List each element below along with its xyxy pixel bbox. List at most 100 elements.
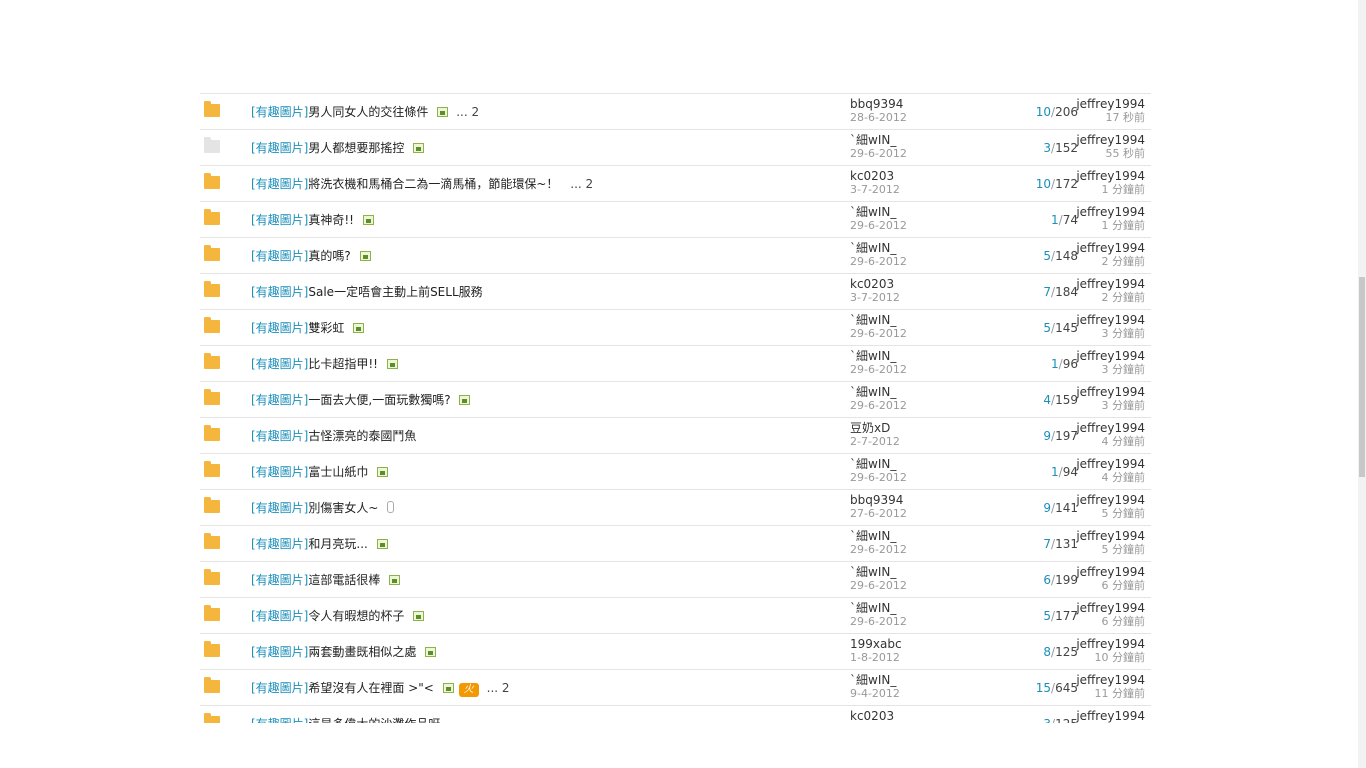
reply-count[interactable]: 1 — [1051, 465, 1059, 479]
thread-title-link[interactable]: 別傷害女人~ — [308, 501, 378, 515]
thread-title-link[interactable]: 雙彩虹 — [308, 321, 344, 335]
last-post-time[interactable]: 1 分鐘前 — [1076, 219, 1146, 233]
reply-count[interactable]: 7 — [1043, 285, 1051, 299]
thread-category-link[interactable]: [有趣圖片] — [251, 249, 308, 263]
last-post-time[interactable]: 4 分鐘前 — [1076, 471, 1146, 485]
author-name-link[interactable]: `細wIN_ — [850, 313, 960, 327]
author-name-link[interactable]: kc0203 — [850, 709, 960, 723]
reply-count[interactable]: 5 — [1043, 609, 1051, 623]
reply-count[interactable]: 6 — [1043, 573, 1051, 587]
author-name-link[interactable]: kc0203 — [850, 277, 960, 291]
thread-category-link[interactable]: [有趣圖片] — [251, 717, 308, 723]
last-poster-link[interactable]: jeffrey1994 — [1076, 457, 1145, 471]
scrollbar-thumb[interactable] — [1359, 277, 1365, 477]
last-poster-link[interactable]: jeffrey1994 — [1076, 313, 1145, 327]
last-poster-link[interactable]: jeffrey1994 — [1076, 97, 1145, 111]
page-link[interactable]: ... 2 — [456, 105, 479, 119]
thread-title-link[interactable]: 兩套動畫既相似之處 — [308, 645, 416, 659]
author-name-link[interactable]: 豆奶xD — [850, 421, 960, 435]
thread-title-link[interactable]: 希望沒有人在裡面 >"< — [308, 681, 433, 695]
page-link[interactable]: ... 2 — [487, 681, 510, 695]
thread-category-link[interactable]: [有趣圖片] — [251, 501, 308, 515]
folder-icon[interactable] — [204, 281, 220, 297]
last-post-time[interactable]: 1 分鐘前 — [1076, 183, 1146, 197]
last-post-time[interactable]: 2 分鐘前 — [1076, 291, 1146, 305]
folder-icon[interactable] — [204, 569, 220, 585]
last-poster-link[interactable]: jeffrey1994 — [1076, 421, 1145, 435]
last-post-time[interactable]: 3 分鐘前 — [1076, 399, 1146, 413]
folder-icon[interactable] — [204, 425, 220, 441]
thread-category-link[interactable]: [有趣圖片] — [251, 177, 308, 191]
reply-count[interactable]: 7 — [1043, 537, 1051, 551]
thread-title-link[interactable]: 男人都想要那搖控 — [308, 141, 404, 155]
thread-category-link[interactable]: [有趣圖片] — [251, 285, 308, 299]
thread-title-link[interactable]: 真神奇!! — [308, 213, 354, 227]
author-name-link[interactable]: `細wIN_ — [850, 133, 960, 147]
reply-count[interactable]: 5 — [1043, 249, 1051, 263]
thread-title-link[interactable]: 真的嗎? — [308, 249, 350, 263]
last-poster-link[interactable]: jeffrey1994 — [1076, 673, 1145, 687]
thread-category-link[interactable]: [有趣圖片] — [251, 537, 308, 551]
thread-title-link[interactable]: 和月亮玩... — [308, 537, 367, 551]
reply-count[interactable]: 8 — [1043, 645, 1051, 659]
last-poster-link[interactable]: jeffrey1994 — [1076, 637, 1145, 651]
last-poster-link[interactable]: jeffrey1994 — [1076, 169, 1145, 183]
last-poster-link[interactable]: jeffrey1994 — [1076, 529, 1145, 543]
last-post-time[interactable]: 5 分鐘前 — [1076, 543, 1146, 557]
thread-title-link[interactable]: 富士山紙巾 — [308, 465, 368, 479]
folder-icon[interactable] — [204, 173, 220, 189]
last-post-time[interactable]: 5 分鐘前 — [1076, 507, 1146, 521]
page-link[interactable]: ... 2 — [570, 177, 593, 191]
thread-category-link[interactable]: [有趣圖片] — [251, 213, 308, 227]
folder-icon[interactable] — [204, 101, 220, 117]
thread-category-link[interactable]: [有趣圖片] — [251, 681, 308, 695]
reply-count[interactable]: 5 — [1043, 321, 1051, 335]
thread-category-link[interactable]: [有趣圖片] — [251, 609, 308, 623]
folder-icon[interactable] — [204, 353, 220, 369]
thread-title-link[interactable]: 令人有暇想的杯子 — [308, 609, 404, 623]
reply-count[interactable]: 1 — [1051, 357, 1059, 371]
thread-title-link[interactable]: Sale一定唔會主動上前SELL服務 — [308, 285, 482, 299]
last-poster-link[interactable]: jeffrey1994 — [1076, 133, 1145, 147]
thread-title-link[interactable]: 古怪漂亮的泰國鬥魚 — [308, 429, 416, 443]
thread-category-link[interactable]: [有趣圖片] — [251, 393, 308, 407]
thread-category-link[interactable]: [有趣圖片] — [251, 645, 308, 659]
thread-title-link[interactable]: 這是多偉大的沙灘作品呀 — [308, 717, 440, 723]
thread-title-link[interactable]: 這部電話很棒 — [308, 573, 380, 587]
last-poster-link[interactable]: jeffrey1994 — [1076, 241, 1145, 255]
last-poster-link[interactable]: jeffrey1994 — [1076, 601, 1145, 615]
reply-count[interactable]: 10 — [1036, 105, 1051, 119]
folder-icon[interactable] — [204, 317, 220, 333]
author-name-link[interactable]: `細wIN_ — [850, 241, 960, 255]
author-name-link[interactable]: kc0203 — [850, 169, 960, 183]
reply-count[interactable]: 1 — [1051, 213, 1059, 227]
folder-icon[interactable] — [204, 209, 220, 225]
last-post-time[interactable]: 17 秒前 — [1076, 111, 1146, 125]
author-name-link[interactable]: `細wIN_ — [850, 205, 960, 219]
folder-icon[interactable] — [204, 245, 220, 261]
last-post-time[interactable]: 2 分鐘前 — [1076, 255, 1146, 269]
last-post-time[interactable]: 3 分鐘前 — [1076, 327, 1146, 341]
last-poster-link[interactable]: jeffrey1994 — [1076, 277, 1145, 291]
folder-icon[interactable] — [204, 713, 220, 723]
folder-icon[interactable] — [204, 641, 220, 657]
reply-count[interactable]: 9 — [1043, 501, 1051, 515]
thread-title-link[interactable]: 將洗衣機和馬桶合二為一滴馬桶，節能環保~！ — [308, 177, 558, 191]
author-name-link[interactable]: `細wIN_ — [850, 529, 960, 543]
reply-count[interactable]: 9 — [1043, 429, 1051, 443]
last-post-time[interactable]: 11 分鐘前 — [1076, 687, 1146, 701]
reply-count[interactable]: 4 — [1043, 393, 1051, 407]
thread-title-link[interactable]: 比卡超指甲!! — [308, 357, 378, 371]
folder-icon[interactable] — [204, 533, 220, 549]
last-post-time[interactable]: 3 分鐘前 — [1076, 363, 1146, 377]
last-post-time[interactable]: 10 分鐘前 — [1076, 651, 1146, 665]
folder-icon[interactable] — [204, 497, 220, 513]
author-name-link[interactable]: `細wIN_ — [850, 673, 960, 687]
last-post-time[interactable]: 4 分鐘前 — [1076, 435, 1146, 449]
thread-category-link[interactable]: [有趣圖片] — [251, 105, 308, 119]
author-name-link[interactable]: `細wIN_ — [850, 457, 960, 471]
last-poster-link[interactable]: jeffrey1994 — [1076, 709, 1145, 723]
last-post-time[interactable]: 6 分鐘前 — [1076, 615, 1146, 629]
folder-icon[interactable] — [204, 137, 220, 153]
last-post-time[interactable]: 55 秒前 — [1076, 147, 1146, 161]
